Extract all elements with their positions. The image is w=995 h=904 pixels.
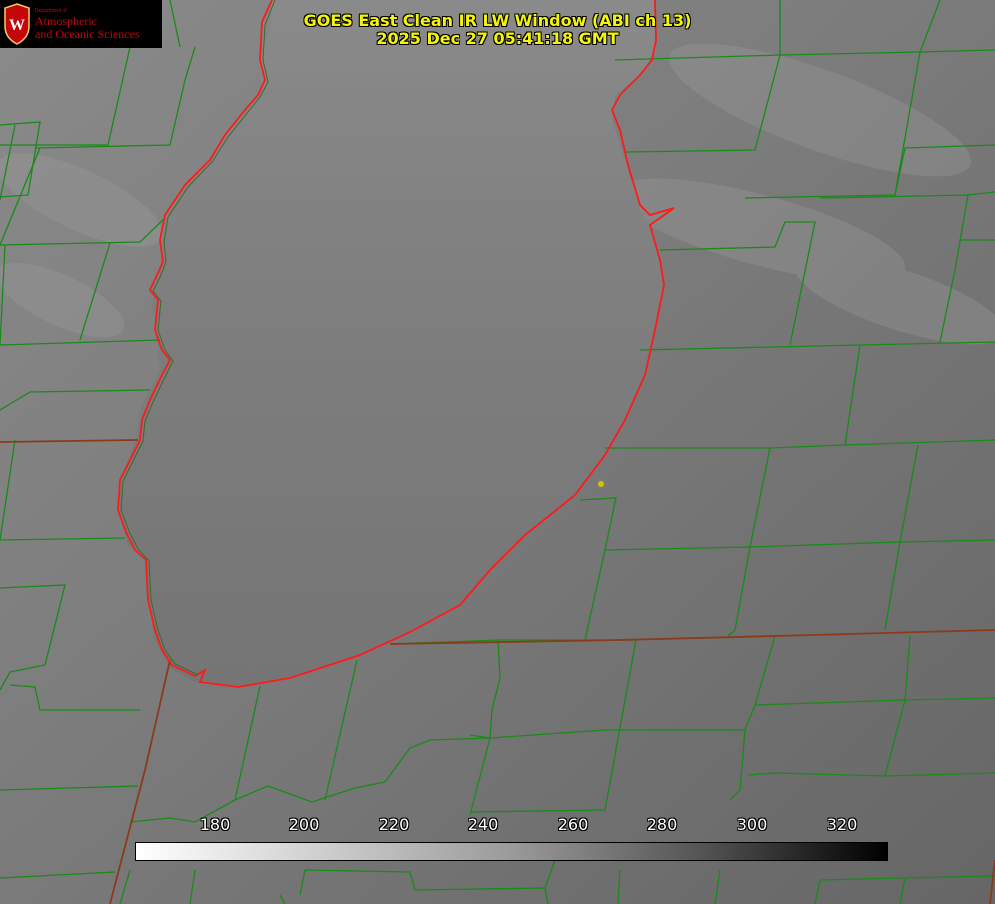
colorbar-tick-labels: 180 200 220 240 260 280 300 320 — [0, 815, 995, 835]
colorbar-tick: 240 — [467, 815, 499, 834]
colorbar-tick: 200 — [288, 815, 320, 834]
colorbar-tick: 220 — [378, 815, 410, 834]
colorbar-tick: 300 — [736, 815, 768, 834]
location-marker — [598, 481, 604, 487]
satellite-image-viewport: W Department of Atmospheric and Oceanic … — [0, 0, 995, 904]
title-timestamp: 2025 Dec 27 05:41:18 GMT — [376, 29, 619, 48]
satellite-map — [0, 0, 995, 904]
colorbar-tick: 180 — [199, 815, 231, 834]
title-line-1: GOES East Clean IR LW Window (ABI ch 13) — [303, 11, 692, 30]
colorbar-tick: 280 — [646, 815, 678, 834]
colorbar-tick: 260 — [557, 815, 589, 834]
temperature-colorbar — [135, 842, 888, 861]
colorbar-tick: 320 — [826, 815, 858, 834]
image-title: GOES East Clean IR LW Window (ABI ch 13)… — [0, 12, 995, 48]
